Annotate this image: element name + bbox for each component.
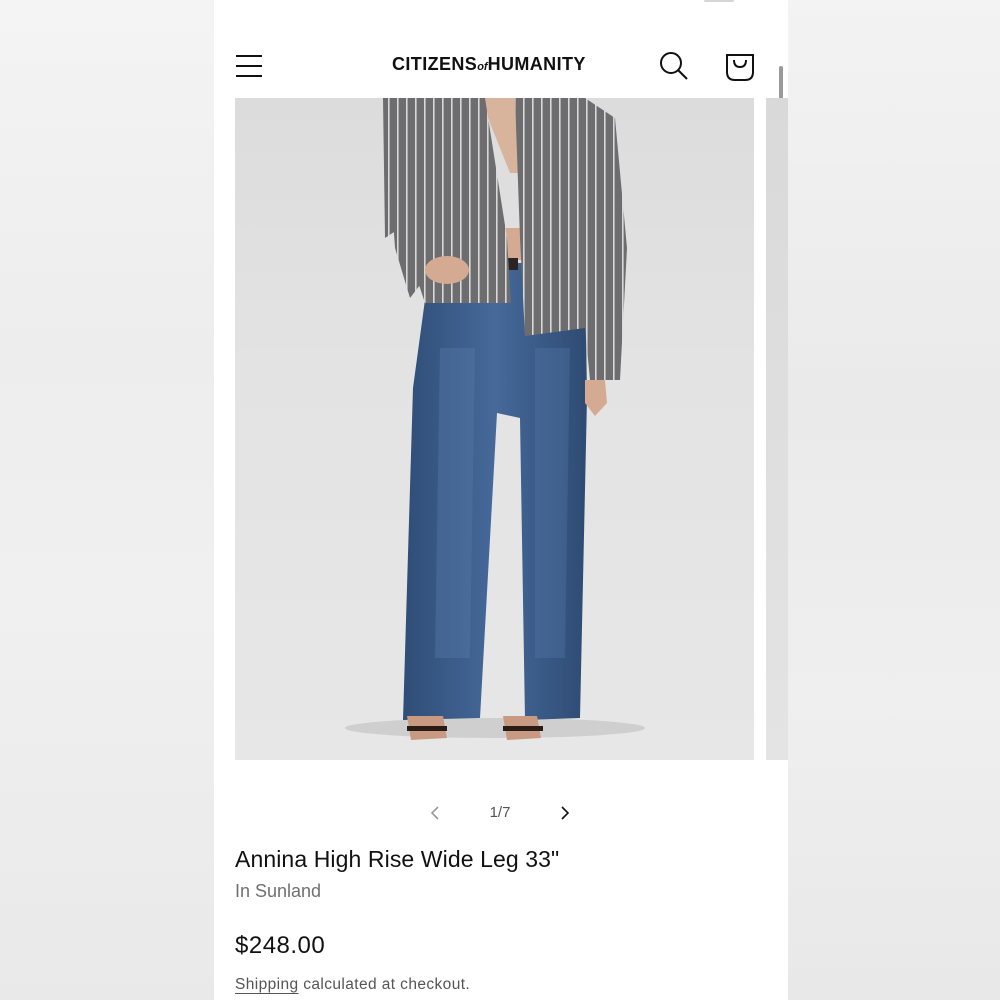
shopping-bag-icon[interactable] xyxy=(724,50,756,82)
site-header: CITIZENSofHUMANITY xyxy=(214,30,788,98)
product-title: Annina High Rise Wide Leg 33" xyxy=(235,846,560,872)
product-image[interactable] xyxy=(235,98,754,760)
shipping-note: Shipping calculated at checkout. xyxy=(235,976,735,994)
brand-logo[interactable]: CITIZENSofHUMANITY xyxy=(392,54,612,78)
backdrop-left xyxy=(0,0,214,1000)
hamburger-menu-icon[interactable] xyxy=(234,52,264,80)
brand-name-part1: CITIZENS xyxy=(392,54,478,74)
chevron-left-icon[interactable] xyxy=(426,803,446,823)
pager-count: 1/7 xyxy=(489,804,511,821)
brand-name-part2: HUMANITY xyxy=(487,54,586,74)
next-image-preview[interactable] xyxy=(766,98,788,760)
status-indicator xyxy=(704,0,734,2)
product-photo-illustration xyxy=(345,98,645,740)
search-icon[interactable] xyxy=(658,50,690,82)
product-variant: In Sunland xyxy=(235,881,322,901)
backdrop-right xyxy=(788,0,1000,1000)
shipping-note-text: calculated at checkout. xyxy=(303,976,471,993)
brand-name-connector: of xyxy=(477,61,488,73)
chevron-right-icon[interactable] xyxy=(554,803,574,823)
product-price: $248.00 xyxy=(235,932,326,959)
image-pager: 1/7 xyxy=(214,796,788,830)
shipping-link[interactable]: Shipping xyxy=(235,976,299,993)
phone-screen: CITIZENSofHUMANITY 1/7 Annina High Rise … xyxy=(214,0,788,1000)
